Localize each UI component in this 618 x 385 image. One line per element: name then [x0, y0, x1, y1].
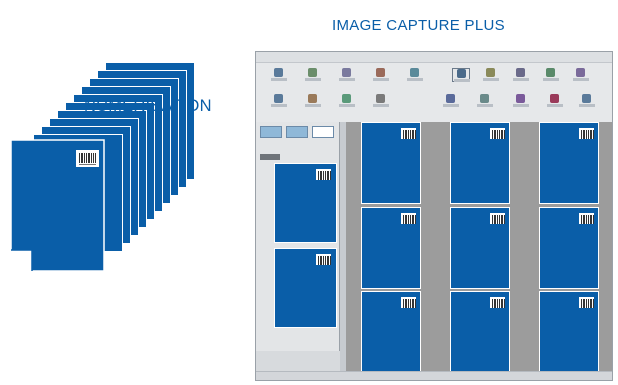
panel-tab[interactable] — [312, 126, 334, 138]
scrollbar[interactable] — [340, 122, 346, 380]
toolbar-button[interactable] — [542, 68, 560, 82]
status-bar — [256, 371, 612, 380]
barcode-icon — [489, 127, 506, 140]
scanned-page[interactable] — [450, 122, 510, 204]
barcode-icon — [578, 127, 595, 140]
scanned-page[interactable] — [361, 122, 421, 204]
stack-label: NUMÉRISATION — [84, 97, 212, 115]
toolbar-button[interactable] — [270, 68, 288, 82]
toolbar-button[interactable] — [546, 94, 564, 108]
toolbar-button[interactable] — [372, 94, 390, 108]
toolbar-button[interactable] — [578, 94, 596, 108]
thumbnail-page[interactable] — [274, 248, 337, 328]
panel-caption — [260, 154, 280, 160]
scanned-page[interactable] — [450, 207, 510, 289]
barcode-icon — [489, 296, 506, 309]
toolbar-button[interactable] — [442, 94, 460, 108]
toolbar-button[interactable] — [338, 94, 356, 108]
menu-bar — [256, 52, 612, 63]
scanned-page[interactable] — [361, 291, 421, 373]
barcode-icon — [400, 212, 417, 225]
toolbar-button[interactable] — [304, 68, 322, 82]
toolbar-button[interactable] — [304, 94, 322, 108]
barcode-icon — [315, 253, 332, 266]
toolbar-button[interactable] — [512, 68, 530, 82]
scanned-page[interactable] — [539, 122, 599, 204]
barcode-icon — [489, 212, 506, 225]
barcode-icon — [315, 168, 332, 181]
page-grid — [340, 122, 612, 380]
toolbar — [256, 52, 612, 122]
scanned-page[interactable] — [361, 207, 421, 289]
toolbar-button[interactable] — [452, 68, 470, 82]
barcode-icon — [400, 127, 417, 140]
document-stack: NUMÉRISATION — [0, 0, 250, 290]
thumbnail-page[interactable] — [274, 163, 337, 243]
barcode-icon — [578, 296, 595, 309]
toolbar-button[interactable] — [372, 68, 390, 82]
scanned-page[interactable] — [539, 207, 599, 289]
toolbar-button[interactable] — [512, 94, 530, 108]
panel-tab[interactable] — [286, 126, 308, 138]
barcode-icon — [400, 296, 417, 309]
app-title: IMAGE CAPTURE PLUS — [332, 17, 505, 34]
toolbar-button[interactable] — [482, 68, 500, 82]
toolbar-button[interactable] — [476, 94, 494, 108]
toolbar-button[interactable] — [338, 68, 356, 82]
scanned-page[interactable] — [539, 291, 599, 373]
barcode-icon — [75, 149, 100, 168]
front-document — [10, 139, 105, 272]
app-window — [255, 51, 613, 381]
toolbar-button[interactable] — [572, 68, 590, 82]
panel-tab[interactable] — [260, 126, 282, 138]
barcode-icon — [578, 212, 595, 225]
scanned-page[interactable] — [450, 291, 510, 373]
toolbar-button[interactable] — [406, 68, 424, 82]
toolbar-button[interactable] — [270, 94, 288, 108]
thumbnail-panel — [256, 122, 340, 380]
